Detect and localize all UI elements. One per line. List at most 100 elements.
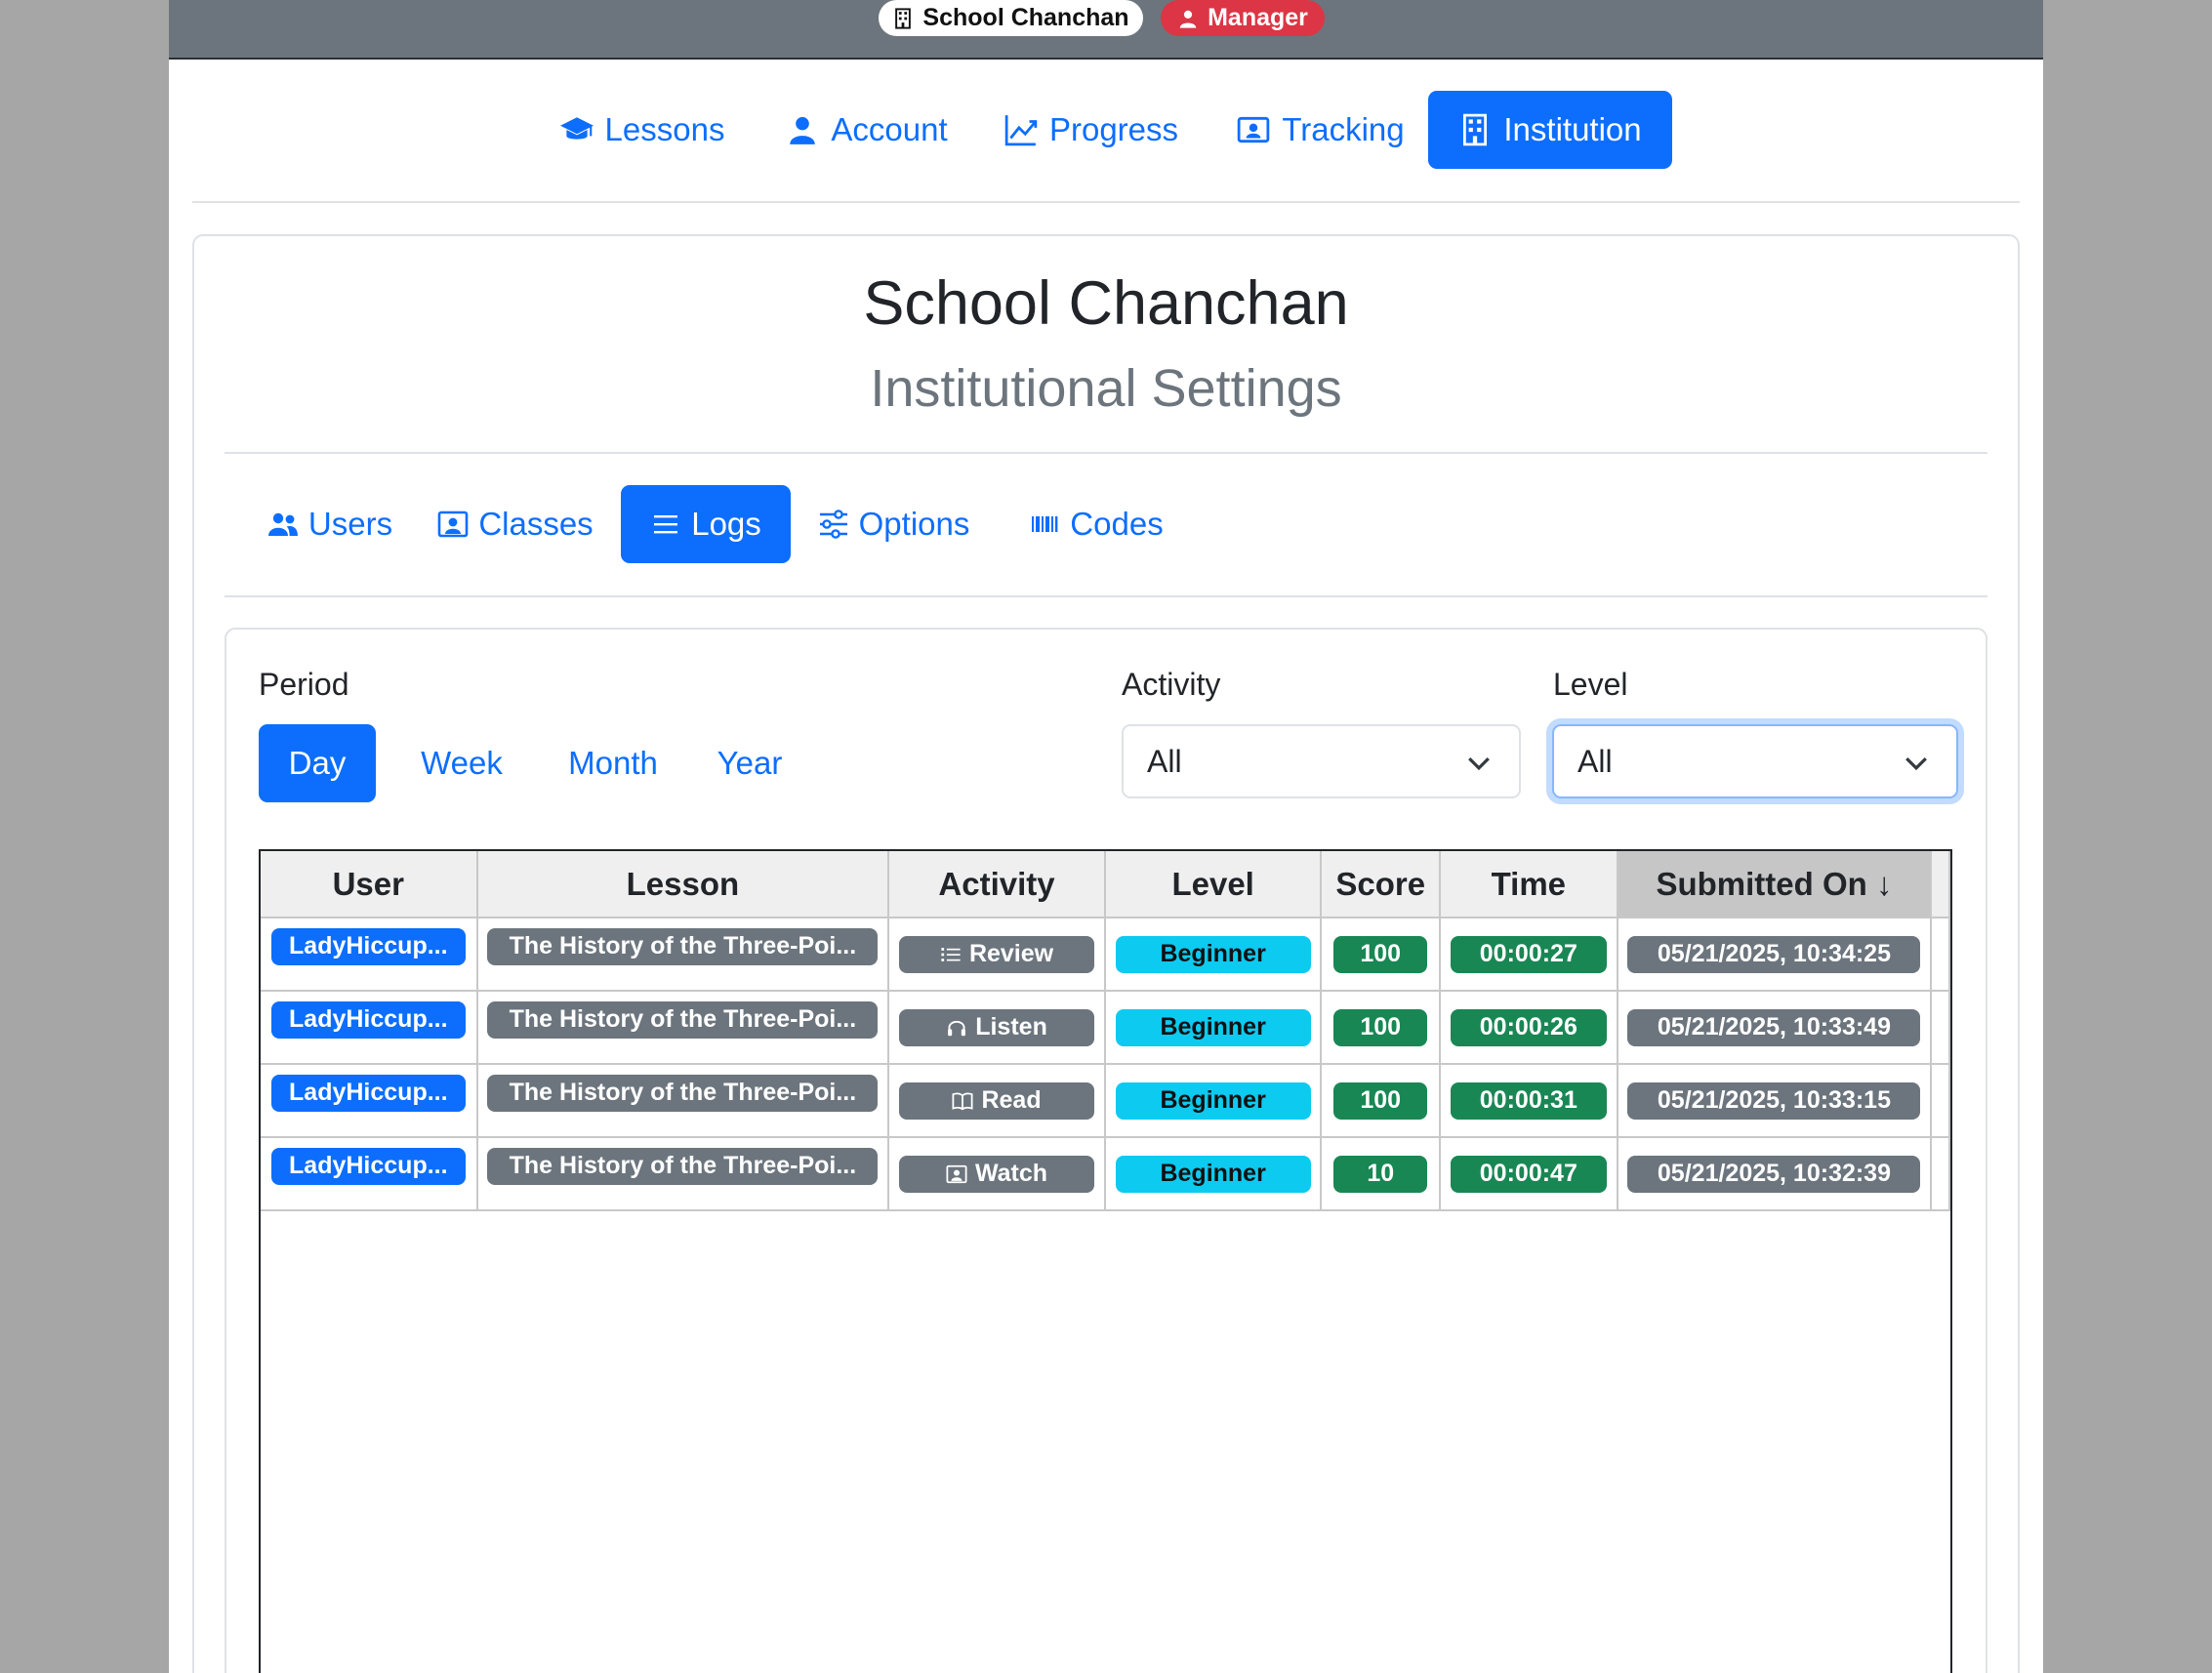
column-header-time[interactable]: Time (1440, 851, 1618, 918)
lesson-badge[interactable]: The History of the Three-Poi... (487, 927, 879, 965)
app-window: School Chanchan Manager Lessons Account … (169, 0, 2043, 1673)
scrollbar-gutter (1931, 851, 1950, 918)
tab-users-label: Users (307, 506, 393, 542)
tab-logs-label: Logs (691, 506, 761, 542)
tab-codes-label: Codes (1070, 506, 1164, 542)
level-select-value: All (1577, 743, 1613, 779)
nav-institution[interactable]: Institution (1428, 91, 1672, 169)
institution-badge-label: School Chanchan (922, 4, 1129, 31)
nav-progress[interactable]: Progress (1004, 91, 1179, 169)
scrollbar-gutter (1931, 1064, 1950, 1138)
submitted-badge: 05/21/2025, 10:34:25 (1627, 935, 1921, 973)
nav-lessons[interactable]: Lessons (559, 91, 725, 169)
activity-badge: Watch (899, 1155, 1095, 1193)
divider (225, 452, 1987, 454)
table-row: LadyHiccup... The History of the Three-P… (261, 991, 1950, 1065)
chevron-down-icon (1905, 756, 1927, 771)
divider (192, 201, 2020, 203)
user-badge[interactable]: LadyHiccup... (270, 1147, 466, 1185)
book-icon (952, 1092, 973, 1110)
activity-badge: Listen (899, 1008, 1095, 1046)
activity-select-value: All (1147, 743, 1182, 779)
nav-progress-label: Progress (1048, 111, 1179, 147)
level-badge: Beginner (1115, 1081, 1311, 1120)
tab-classes[interactable]: Classes (432, 485, 598, 563)
score-badge: 10 (1333, 1155, 1428, 1193)
column-header-score[interactable]: Score (1321, 851, 1442, 918)
page-title: School Chanchan (863, 269, 1349, 338)
top-header: School Chanchan Manager (169, 0, 2043, 60)
period-day-button[interactable]: Day (259, 724, 376, 802)
activity-select[interactable]: All (1122, 724, 1521, 798)
nav-tracking[interactable]: Tracking (1233, 91, 1409, 169)
activity-badge-label: Watch (974, 1160, 1048, 1187)
score-badge: 100 (1333, 935, 1428, 973)
nav-tracking-label: Tracking (1282, 111, 1405, 147)
line-chart-icon (1004, 115, 1038, 146)
lesson-badge[interactable]: The History of the Three-Poi... (487, 1074, 879, 1112)
period-month-button[interactable]: Month (540, 724, 686, 802)
person-video-icon (438, 510, 469, 538)
tab-codes[interactable]: Codes (1028, 485, 1165, 563)
tab-logs[interactable]: Logs (621, 485, 791, 563)
headphones-icon (948, 1020, 966, 1036)
people-icon (267, 512, 298, 536)
tab-classes-label: Classes (478, 506, 594, 542)
tab-users[interactable]: Users (247, 485, 413, 563)
period-label: Period (259, 667, 349, 702)
activity-badge: Review (899, 935, 1095, 973)
activity-badge-label: Listen (975, 1013, 1047, 1041)
nav-lessons-label: Lessons (604, 111, 725, 147)
nav-account-label: Account (831, 111, 948, 147)
submitted-badge: 05/21/2025, 10:33:49 (1627, 1008, 1921, 1046)
user-badge[interactable]: LadyHiccup... (270, 1074, 466, 1112)
submitted-badge: 05/21/2025, 10:32:39 (1627, 1155, 1921, 1193)
column-header-level[interactable]: Level (1104, 851, 1323, 918)
column-header-activity[interactable]: Activity (888, 851, 1106, 918)
lesson-badge[interactable]: The History of the Three-Poi... (487, 1000, 879, 1039)
user-badge[interactable]: LadyHiccup... (270, 1000, 466, 1039)
role-badge-label: Manager (1208, 4, 1308, 31)
column-header-user[interactable]: User (261, 851, 478, 918)
table-row: LadyHiccup... The History of the Three-P… (261, 1064, 1950, 1138)
tab-options-label: Options (858, 506, 970, 542)
time-badge: 00:00:31 (1450, 1081, 1607, 1120)
role-badge: Manager (1161, 0, 1325, 36)
person-icon (1179, 10, 1197, 28)
table-row: LadyHiccup... The History of the Three-P… (261, 1137, 1950, 1211)
lesson-badge[interactable]: The History of the Three-Poi... (487, 1147, 879, 1185)
period-week-button[interactable]: Week (393, 724, 530, 802)
scrollbar-gutter (1931, 991, 1950, 1065)
submitted-badge: 05/21/2025, 10:33:15 (1627, 1081, 1921, 1120)
list-icon (654, 515, 678, 534)
chevron-down-icon (1468, 756, 1490, 771)
scrollbar-gutter (1931, 918, 1950, 992)
institution-badge: School Chanchan (879, 0, 1143, 36)
person-video-icon (946, 1164, 967, 1183)
nav-institution-label: Institution (1503, 111, 1642, 147)
score-badge: 100 (1333, 1008, 1428, 1046)
activity-badge-label: Read (981, 1086, 1042, 1114)
building-icon (895, 7, 912, 29)
logs-table: User Lesson Activity Level Score Time Su… (259, 849, 1952, 1673)
person-icon (790, 116, 816, 144)
table-header-row: User Lesson Activity Level Score Time Su… (261, 851, 1950, 918)
level-filter-label: Level (1553, 667, 1628, 702)
person-badge-icon (1238, 116, 1270, 143)
table-row: LadyHiccup... The History of the Three-P… (261, 918, 1950, 992)
divider (225, 595, 1987, 597)
building-icon (1463, 113, 1488, 146)
activity-badge: Read (899, 1081, 1095, 1120)
page-subtitle: Institutional Settings (870, 359, 1342, 418)
activity-badge-label: Review (968, 940, 1054, 967)
list-icon (941, 947, 961, 961)
level-select[interactable]: All (1552, 724, 1958, 798)
nav-account[interactable]: Account (784, 91, 950, 169)
graduation-cap-icon (559, 117, 594, 140)
period-year-button[interactable]: Year (686, 724, 813, 802)
user-badge[interactable]: LadyHiccup... (270, 927, 466, 965)
activity-filter-label: Activity (1122, 667, 1221, 702)
column-header-submitted-on[interactable]: Submitted On ↓ (1617, 851, 1933, 918)
column-header-lesson[interactable]: Lesson (476, 851, 890, 918)
tab-options[interactable]: Options (813, 485, 974, 563)
